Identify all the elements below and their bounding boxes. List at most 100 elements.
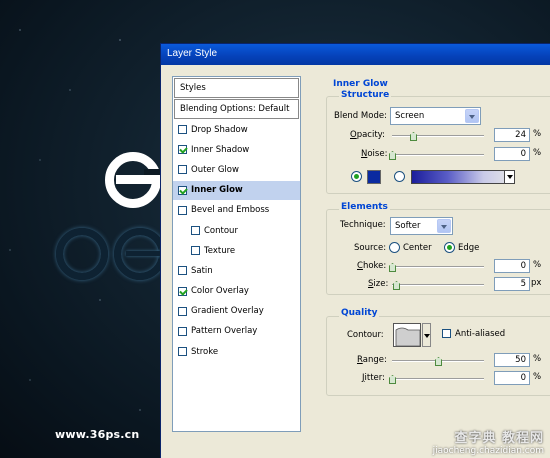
artwork-letter-e: [114, 228, 166, 280]
style-item[interactable]: Outer Glow: [173, 160, 300, 181]
style-checkbox[interactable]: [178, 286, 187, 296]
style-item-label: Contour: [204, 225, 238, 236]
style-item[interactable]: Inner Shadow: [173, 140, 300, 161]
opacity-slider-track[interactable]: [392, 135, 484, 137]
technique-value: Softer: [395, 221, 421, 231]
size-unit: px: [531, 278, 542, 288]
color-radio[interactable]: [351, 171, 362, 182]
range-input[interactable]: 50: [494, 353, 530, 367]
artwork-letters: [56, 228, 166, 280]
opacity-input[interactable]: 24: [494, 128, 530, 142]
jitter-unit: %: [533, 372, 542, 382]
style-item[interactable]: Drop Shadow: [173, 120, 300, 141]
inner-glow-heading: Inner Glow: [331, 79, 390, 89]
style-checkbox[interactable]: [178, 347, 187, 357]
style-item-label: Bevel and Emboss: [191, 205, 270, 216]
style-item[interactable]: Gradient Overlay: [173, 302, 300, 322]
blend-mode-value: Screen: [395, 111, 425, 121]
watermark-right: 查字典 教程网 jiaocheng.chazidian.com: [433, 427, 544, 456]
style-checkbox[interactable]: [178, 145, 187, 155]
blending-options[interactable]: Blending Options: Default: [174, 99, 299, 119]
style-checkbox[interactable]: [178, 185, 187, 195]
gradient-picker[interactable]: [411, 170, 515, 184]
style-items: Drop Shadow Inner Shadow Outer Glow Inner G…: [173, 120, 300, 363]
anti-aliased-label: Anti-aliased: [455, 329, 506, 339]
size-slider-track[interactable]: [392, 284, 484, 286]
technique-label: Technique:: [340, 220, 386, 230]
style-item-label: Satin: [191, 265, 213, 276]
source-label: Source:: [354, 243, 387, 253]
style-checkbox[interactable]: [191, 226, 200, 236]
noise-slider-track[interactable]: [392, 154, 484, 156]
watermark-right-url: jiaocheng.chazidian.com: [432, 446, 544, 456]
jitter-label: Jitter:: [362, 373, 385, 383]
size-label: Size:: [368, 279, 389, 289]
style-item-label: Texture: [204, 245, 236, 256]
style-checkbox[interactable]: [178, 205, 187, 215]
style-item-label: Outer Glow: [191, 164, 239, 175]
technique-select[interactable]: Softer: [390, 217, 453, 235]
choke-label: Choke:: [357, 261, 387, 271]
style-item[interactable]: Bevel and Emboss: [173, 201, 300, 221]
watermark-left: www.36ps.cn: [55, 428, 140, 441]
blend-mode-select[interactable]: Screen: [390, 107, 481, 125]
size-input[interactable]: 5: [494, 277, 530, 291]
style-checkbox[interactable]: [178, 165, 187, 175]
style-item[interactable]: Satin: [173, 261, 300, 282]
style-item[interactable]: Inner Glow: [173, 180, 300, 201]
style-item[interactable]: Stroke: [173, 342, 300, 363]
glow-color-swatch[interactable]: [367, 170, 381, 184]
styles-list: Styles Blending Options: Default Drop Sh…: [172, 76, 301, 432]
source-edge-label: Edge: [458, 243, 480, 253]
styles-header[interactable]: Styles: [174, 78, 299, 98]
choke-unit: %: [533, 260, 542, 270]
style-checkbox[interactable]: [178, 266, 187, 276]
structure-title: Structure: [339, 90, 392, 100]
opacity-unit: %: [533, 129, 542, 139]
chevron-down-icon: [465, 109, 479, 123]
jitter-input[interactable]: 0: [494, 371, 530, 385]
jitter-slider-track[interactable]: [392, 378, 484, 380]
dialog-titlebar: Layer Style: [161, 44, 550, 65]
style-item-label: Stroke: [191, 346, 219, 357]
elements-title: Elements: [339, 202, 390, 212]
source-center-radio[interactable]: [389, 242, 400, 253]
gradient-radio[interactable]: [394, 171, 405, 182]
artwork-letter-s: [105, 152, 164, 208]
chevron-down-icon: [437, 219, 451, 233]
gradient-dropdown-icon: [504, 171, 514, 183]
style-item[interactable]: Contour: [173, 221, 300, 242]
source-center-label: Center: [403, 243, 432, 253]
source-edge-radio[interactable]: [444, 242, 455, 253]
watermark-right-title: 查字典 教程网: [454, 431, 544, 446]
quality-title: Quality: [339, 308, 380, 318]
contour-curve-icon: [395, 327, 421, 347]
anti-aliased-checkbox[interactable]: [442, 329, 451, 338]
style-checkbox[interactable]: [178, 125, 187, 135]
style-item-label: Gradient Overlay: [191, 306, 264, 317]
style-item-label: Inner Shadow: [191, 144, 250, 155]
noise-input[interactable]: 0: [494, 147, 530, 161]
range-unit: %: [533, 354, 542, 364]
style-item[interactable]: Pattern Overlay: [173, 322, 300, 343]
range-label: Range:: [357, 355, 387, 365]
style-checkbox[interactable]: [178, 306, 187, 316]
style-item[interactable]: Texture: [173, 241, 300, 262]
choke-input[interactable]: 0: [494, 259, 530, 273]
style-checkbox[interactable]: [178, 326, 187, 336]
style-item-label: Drop Shadow: [191, 124, 248, 135]
noise-label: Noise:: [361, 149, 388, 159]
artwork-letter-c: [56, 228, 108, 280]
layer-style-dialog: Layer Style Styles Blending Options: Def…: [160, 43, 550, 458]
style-item-label: Inner Glow: [191, 185, 243, 196]
blend-mode-label: Blend Mode:: [334, 111, 387, 121]
choke-slider-track[interactable]: [392, 266, 484, 268]
contour-label: Contour:: [347, 330, 384, 340]
style-checkbox[interactable]: [191, 246, 200, 256]
style-item[interactable]: Color Overlay: [173, 282, 300, 302]
contour-preview[interactable]: [393, 323, 421, 347]
contour-dropdown[interactable]: [422, 323, 431, 347]
style-item-label: Color Overlay: [191, 286, 249, 297]
noise-unit: %: [533, 148, 542, 158]
opacity-label: Opacity:: [350, 130, 385, 140]
